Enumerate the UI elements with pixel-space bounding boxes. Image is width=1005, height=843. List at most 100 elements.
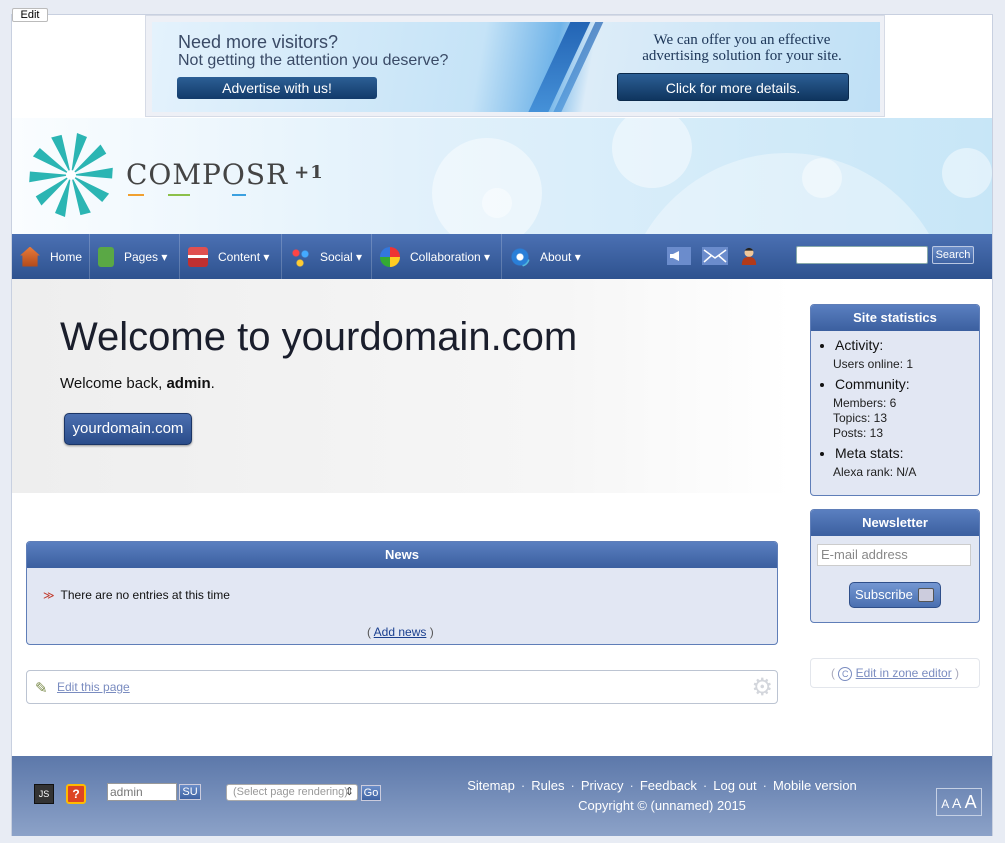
edit-page-link[interactable]: Edit this page [57,680,130,694]
page-rendering-value: (Select page rendering) [233,786,348,798]
zone-editor-icon: C [838,667,853,681]
news-box: News ≫ There are no entries at this time … [26,541,778,645]
nav-item-pages[interactable]: Pages ▾ [90,234,180,279]
footer-link-mobile[interactable]: Mobile version [773,778,857,793]
site-footer: JS ? admin SU (Select page rendering) ⇕ … [12,756,992,836]
gear-icon[interactable]: ⚙ [751,673,773,702]
banner-ad-container: Need more visitors? Not getting the atte… [145,15,885,117]
pages-icon [98,246,114,267]
paren-close: ) [429,625,434,639]
stats-members: Members: 6 [833,396,897,410]
font-size-small[interactable]: A [941,797,948,811]
welcome-suffix: . [210,375,215,392]
site-button[interactable]: yourdomain.com [64,413,192,445]
footer-link-privacy[interactable]: Privacy [581,778,624,793]
header-bubble [802,158,842,198]
welcome-message: Welcome back, admin. [60,375,215,392]
js-console-icon[interactable]: JS [34,784,54,804]
advertise-button[interactable]: Advertise with us! [177,77,377,99]
logo-wordmark[interactable]: COMPOSR +1 [126,158,324,191]
stats-topics: Topics: 13 [833,411,888,425]
more-details-button[interactable]: Click for more details. [617,73,849,101]
logo-icon[interactable] [26,130,116,220]
paren-open: ( [367,625,371,639]
welcome-username: admin [166,375,211,392]
footer-link-logout[interactable]: Log out [713,778,756,793]
search-button[interactable]: Search [932,246,974,264]
footer-link-feedback[interactable]: Feedback [640,778,697,793]
mail-icon[interactable] [702,247,728,265]
add-news-link[interactable]: Add news [374,625,427,639]
footer-separator: · [520,778,526,793]
select-arrows-icon: ⇕ [344,786,354,798]
stats-posts: Posts: 13 [833,426,884,440]
header-bubble [432,138,542,234]
collaboration-icon [380,246,400,267]
stats-activity-label: Activity: [835,337,884,353]
zone-editor-link[interactable]: Edit in zone editor [856,666,952,680]
banner-ad[interactable]: Need more visitors? Not getting the atte… [152,22,880,112]
nav-item-about[interactable]: About ▾ [502,234,598,279]
pencil-icon: ✎ [35,680,48,697]
help-icon[interactable]: ? [66,784,86,804]
header-bubble [612,118,692,188]
main-nav: Home Pages ▾ Content ▾ Social ▾ Collabor… [12,234,992,279]
header-bubble [482,188,512,218]
nav-label: Content ▾ [218,249,270,264]
edit-tab[interactable]: Edit [12,8,48,22]
search-input[interactable] [796,246,928,264]
stats-alexa: Alexa rank: N/A [833,465,917,479]
nav-item-collaboration[interactable]: Collaboration ▾ [372,234,502,279]
footer-separator: · [762,778,767,793]
banner-headline: Need more visitors? [178,32,339,52]
camera-icon [918,588,934,602]
zone-editor-bar: ( C Edit in zone editor ) [810,658,980,688]
su-button[interactable]: SU [179,784,201,800]
hero-section: Welcome to yourdomain.com Welcome back, … [12,279,792,493]
logo-accent [168,194,190,196]
edit-page-bar: ✎ Edit this page ⚙ [26,670,778,704]
add-news-container: ( Add news ) [367,625,434,639]
nav-label: Pages ▾ [124,249,168,264]
logo-name: COMPOSR [126,158,289,191]
banner-offer-text: We can offer you an effective advertisin… [642,32,842,64]
su-username-field[interactable]: admin [107,783,177,801]
font-size-control[interactable]: A A A [936,788,982,816]
stats-activity: Activity: Users online: 1 [833,337,979,372]
welcome-prefix: Welcome back, [60,375,167,392]
nav-label: Home [50,249,83,264]
stats-title: Site statistics [811,305,979,331]
social-icon [290,246,310,267]
go-button[interactable]: Go [361,785,381,801]
banner-stripe [519,22,595,112]
email-field[interactable]: E-mail address [817,544,971,566]
stats-community: Community: Members: 6 Topics: 13 Posts: … [833,376,979,441]
subscribe-label: Subscribe [855,587,913,602]
chevron-right-icon: ≫ [43,590,55,602]
nav-label: Collaboration ▾ [410,249,491,264]
nav-item-home[interactable]: Home [12,234,90,279]
news-empty-text: There are no entries at this time [60,588,230,602]
site-statistics-box: Site statistics Activity: Users online: … [810,304,980,496]
subscribe-button[interactable]: Subscribe [849,582,941,608]
nav-item-content[interactable]: Content ▾ [180,234,282,279]
footer-link-rules[interactable]: Rules [531,778,564,793]
footer-link-sitemap[interactable]: Sitemap [467,778,515,793]
font-size-medium[interactable]: A [952,795,961,811]
megaphone-icon[interactable] [667,247,691,265]
stats-meta-label: Meta stats: [835,445,904,461]
news-empty-message: ≫ There are no entries at this time [43,588,230,602]
font-size-large[interactable]: A [965,792,977,812]
page-rendering-select[interactable]: (Select page rendering) ⇕ [226,784,358,801]
footer-separator: · [570,778,575,793]
about-icon [510,246,530,267]
page-frame: Need more visitors? Not getting the atte… [11,14,993,836]
logo-accent [232,194,246,196]
header-bubble [942,148,992,198]
user-icon[interactable] [739,247,759,265]
logo-suffix: +1 [294,162,324,183]
stats-list: Activity: Users online: 1 Community: Mem… [811,331,979,480]
nav-item-social[interactable]: Social ▾ [282,234,372,279]
logo-accent [128,194,144,196]
nav-label: Social ▾ [320,249,363,264]
